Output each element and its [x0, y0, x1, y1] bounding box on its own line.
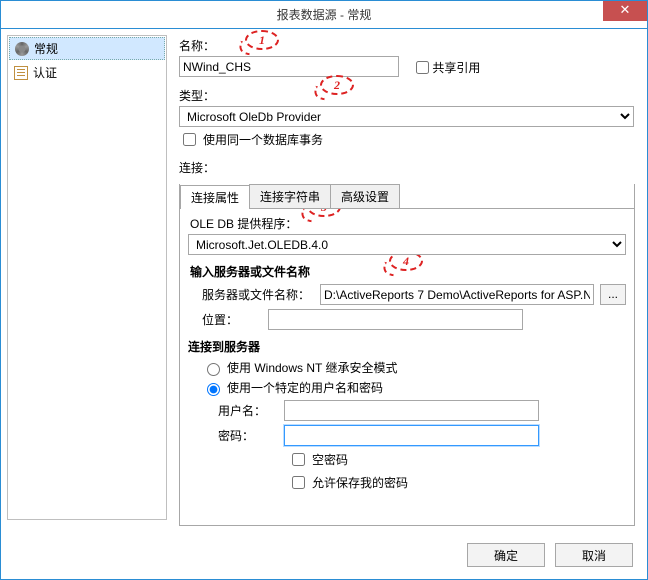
- cancel-button[interactable]: 取消: [555, 543, 633, 567]
- window-title: 报表数据源 - 常规: [1, 1, 647, 29]
- tab-advanced[interactable]: 高级设置: [330, 184, 400, 208]
- same-tx-label: 使用同一个数据库事务: [203, 131, 323, 148]
- server-file-input[interactable]: [320, 284, 594, 305]
- main-panel: 1 2 3 4 名称： 共享引用 类型： Microsoft OleDb Pro…: [167, 29, 647, 526]
- server-file-label: 服务器或文件名称：: [202, 286, 314, 303]
- connection-tabs: 连接属性 连接字符串 高级设置 OLE DB 提供程序： Microsoft.J…: [179, 184, 635, 526]
- blank-password-checkbox[interactable]: [292, 453, 305, 466]
- sidebar-item-auth[interactable]: 认证: [8, 61, 166, 84]
- share-label: 共享引用: [432, 59, 480, 76]
- save-password-label: 允许保存我的密码: [312, 474, 408, 491]
- gear-icon: [15, 42, 29, 56]
- password-label: 密码：: [218, 427, 278, 444]
- sidebar-item-general[interactable]: 常规: [9, 37, 165, 60]
- tab-conn-props[interactable]: 连接属性: [180, 185, 250, 209]
- type-select[interactable]: Microsoft OleDb Provider: [179, 106, 634, 127]
- connect-section-title: 连接到服务器: [188, 338, 626, 355]
- conn-label: 连接：: [179, 159, 635, 176]
- tabstrip: 连接属性 连接字符串 高级设置: [180, 184, 634, 209]
- password-input[interactable]: [284, 425, 539, 446]
- type-label: 类型：: [179, 87, 635, 104]
- document-icon: [14, 66, 28, 80]
- server-section-title: 输入服务器或文件名称: [190, 263, 626, 280]
- radio-specific-user-label: 使用一个特定的用户名和密码: [227, 379, 383, 396]
- ok-button[interactable]: 确定: [467, 543, 545, 567]
- username-label: 用户名：: [218, 402, 278, 419]
- name-label: 名称：: [179, 37, 635, 54]
- radio-specific-user[interactable]: [207, 383, 220, 396]
- close-button[interactable]: ✕: [603, 1, 647, 21]
- name-input[interactable]: [179, 56, 399, 77]
- nav-sidebar: 常规 认证: [7, 35, 167, 520]
- username-input[interactable]: [284, 400, 539, 421]
- oledb-label: OLE DB 提供程序：: [190, 217, 297, 231]
- blank-password-label: 空密码: [312, 451, 348, 468]
- titlebar: 报表数据源 - 常规 ✕: [1, 1, 647, 29]
- oledb-provider-select[interactable]: Microsoft.Jet.OLEDB.4.0: [188, 234, 626, 255]
- sidebar-item-label: 认证: [33, 64, 57, 81]
- save-password-checkbox[interactable]: [292, 476, 305, 489]
- sidebar-item-label: 常规: [34, 40, 58, 57]
- share-checkbox[interactable]: [416, 61, 429, 74]
- dialog-window: 报表数据源 - 常规 ✕ 常规 认证 1 2 3 4 名称： 共: [0, 0, 648, 580]
- location-input[interactable]: [268, 309, 523, 330]
- radio-windows-nt-label: 使用 Windows NT 继承安全模式: [227, 359, 397, 376]
- same-tx-checkbox[interactable]: [183, 133, 196, 146]
- dialog-buttons: 确定 取消: [467, 543, 633, 567]
- tab-conn-string[interactable]: 连接字符串: [249, 184, 331, 208]
- radio-windows-nt[interactable]: [207, 363, 220, 376]
- browse-button[interactable]: ...: [600, 284, 626, 305]
- location-label: 位置：: [202, 311, 262, 328]
